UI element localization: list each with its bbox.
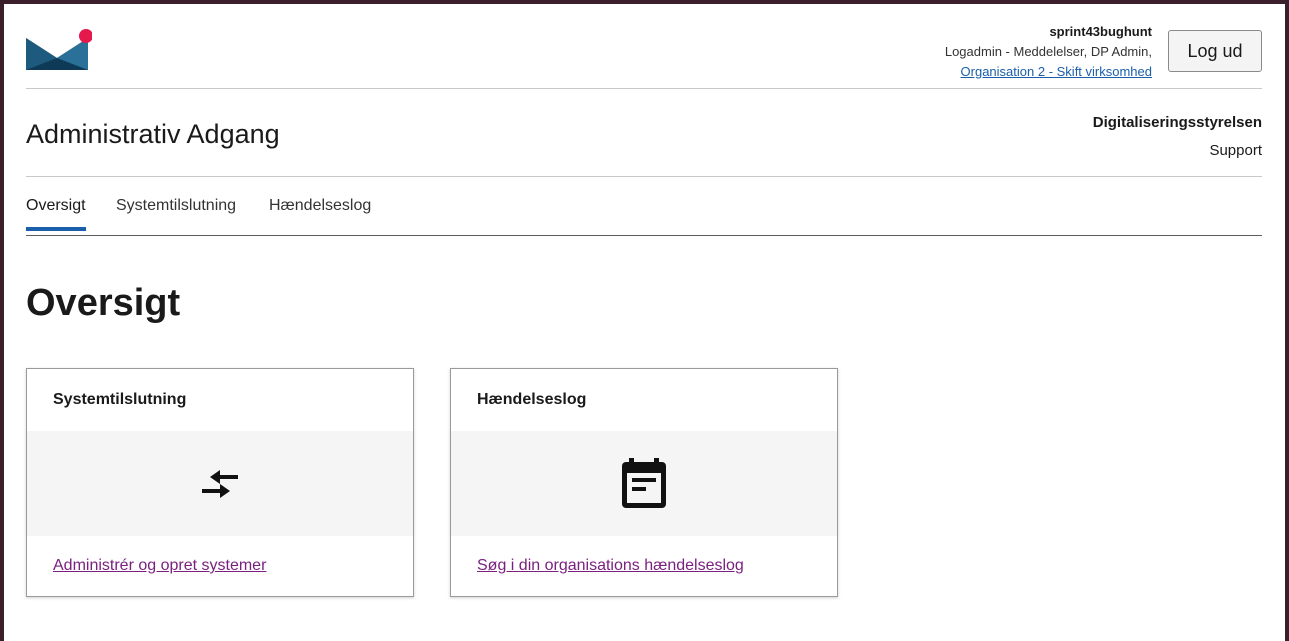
card-title: Hændelseslog — [477, 391, 587, 408]
tab-bar: Oversigt Systemtilslutning Hændelseslog — [26, 177, 1262, 236]
page-content: sprint43bughunt Logadmin - Meddelelser, … — [26, 4, 1262, 597]
calendar-event-icon — [619, 456, 669, 512]
user-roles: Logadmin - Meddelelser, DP Admin, — [944, 44, 1152, 59]
mail-logo-icon[interactable] — [26, 28, 92, 74]
compare-arrows-icon — [190, 464, 250, 504]
tab-systemtilslutning[interactable]: Systemtilslutning — [116, 197, 236, 231]
card-link-systems[interactable]: Administrér og opret systemer — [53, 557, 266, 575]
tab-haendelseslog[interactable]: Hændelseslog — [269, 197, 371, 231]
card-link-eventlog[interactable]: Søg i din organisations hændelseslog — [477, 557, 744, 575]
user-name: sprint43bughunt — [1049, 24, 1152, 39]
logout-button[interactable]: Log ud — [1168, 30, 1262, 72]
app-title: Administrativ Adgang — [26, 119, 280, 149]
card-icon-area — [451, 431, 837, 536]
card-title: Systemtilslutning — [53, 391, 187, 408]
tab-oversigt[interactable]: Oversigt — [26, 197, 86, 231]
title-bar: Administrativ Adgang Digitaliseringsstyr… — [26, 89, 1262, 177]
switch-organisation-link[interactable]: Organisation 2 - Skift virksomhed — [945, 62, 1152, 82]
user-info: sprint43bughunt Logadmin - Meddelelser, … — [945, 22, 1152, 82]
page-heading: Oversigt — [26, 282, 181, 324]
card-icon-area — [27, 431, 413, 536]
card-haendelseslog: Hændelseslog Søg i din organisations hæn… — [450, 368, 838, 597]
title-right: Digitaliseringsstyrelsen Support — [1093, 109, 1262, 165]
top-header: sprint43bughunt Logadmin - Meddelelser, … — [26, 4, 1262, 89]
organisation-name: Digitaliseringsstyrelsen — [1092, 114, 1262, 131]
card-systemtilslutning: Systemtilslutning Administrér og opret s… — [26, 368, 414, 597]
support-link[interactable]: Support — [1093, 137, 1262, 165]
